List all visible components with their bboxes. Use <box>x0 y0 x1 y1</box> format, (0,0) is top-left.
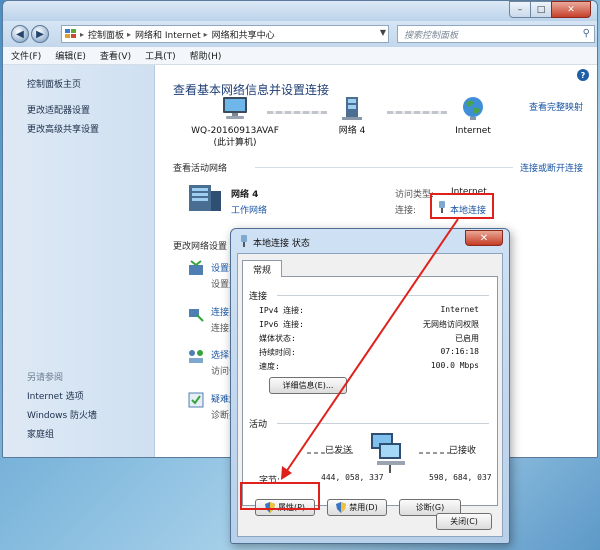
ipv6-value: 无网络访问权限 <box>423 320 479 329</box>
minimize-icon: – <box>517 4 523 15</box>
internet-node-label: Internet <box>455 126 491 136</box>
connector-line <box>387 111 447 114</box>
annotation-highlight-local-connection <box>430 193 494 219</box>
disable-button-label: 禁用(D) <box>349 503 378 512</box>
speed-label: 速度: <box>259 362 280 371</box>
maximize-button[interactable]: □ <box>530 1 552 18</box>
sidebar-item-advanced-sharing[interactable]: 更改高级共享设置 <box>27 122 99 135</box>
back-arrow-icon: ◀ <box>16 28 24 40</box>
disable-button[interactable]: 禁用(D) <box>327 499 387 516</box>
address-dropdown-icon[interactable]: ▼ <box>380 28 386 37</box>
menu-view[interactable]: 查看(V) <box>100 49 131 62</box>
breadcrumb-separator: ▸ <box>127 29 132 39</box>
computer-name: WQ-20160913AVAF <box>191 126 279 136</box>
connection-icon <box>241 235 247 247</box>
uac-shield-icon <box>336 502 347 513</box>
sidebar-item-control-panel-home[interactable]: 控制面板主页 <box>27 77 81 90</box>
network-node-label: 网络 4 <box>338 126 366 136</box>
sidebar-item-change-adapter-settings[interactable]: 更改适配器设置 <box>27 103 90 116</box>
back-button[interactable]: ◀ <box>11 25 29 43</box>
troubleshoot-icon <box>188 392 204 408</box>
search-placeholder: 搜索控制面板 <box>404 30 459 41</box>
forward-arrow-icon: ▶ <box>36 28 44 40</box>
bytes-sent-value: 444, 058, 337 <box>321 473 384 482</box>
dialog-close-icon[interactable]: ✕ <box>465 230 503 246</box>
maximize-icon: □ <box>536 4 546 15</box>
computer-node: WQ-20160913AVAF (此计算机) <box>189 95 281 149</box>
received-label: 已接收 <box>449 446 477 456</box>
access-type-label: 访问类型: <box>395 190 435 200</box>
computer-icon <box>223 97 247 119</box>
bytes-received-value: 598, 684, 037 <box>429 473 492 482</box>
search-icon[interactable]: ⚲ <box>583 28 590 39</box>
media-state-label: 媒体状态: <box>259 334 296 343</box>
connector-line <box>267 111 327 114</box>
activity-group-label: 活动 <box>249 417 271 430</box>
ipv6-label: IPv6 连接: <box>259 320 304 329</box>
ipv4-value: Internet <box>440 305 479 314</box>
duration-label: 持续时间: <box>259 348 296 357</box>
breadcrumb-separator: ▸ <box>203 29 208 39</box>
breadcrumb-control-panel[interactable]: 控制面板 <box>88 28 124 41</box>
network-node: 网络 4 <box>323 95 381 137</box>
window-titlebar[interactable]: – □ ✕ <box>3 1 597 21</box>
ipv4-label: IPv4 连接: <box>259 306 304 315</box>
details-button[interactable]: 详细信息(E)... <box>269 377 347 394</box>
address-bar[interactable]: ▸ 控制面板 ▸ 网络和 Internet ▸ 网络和共享中心 ▼ <box>61 25 389 43</box>
section-divider <box>255 167 513 168</box>
view-full-map-link[interactable]: 查看完整映射 <box>529 100 583 113</box>
menu-file[interactable]: 文件(F) <box>11 49 41 62</box>
active-networks-label: 查看活动网络 <box>173 164 228 174</box>
annotation-highlight-properties <box>240 482 320 510</box>
menu-tools[interactable]: 工具(T) <box>145 49 176 62</box>
change-settings-label: 更改网络设置 <box>173 242 228 252</box>
menu-edit[interactable]: 编辑(E) <box>55 49 86 62</box>
dialog-close-button[interactable]: 关闭(C) <box>436 513 492 530</box>
minimize-button[interactable]: – <box>509 1 531 18</box>
connections-label: 连接: <box>395 206 417 216</box>
duration-value: 07:16:18 <box>440 347 479 356</box>
sent-line <box>307 452 355 454</box>
dialog-title: 本地连接 状态 <box>253 239 310 249</box>
work-network-icon <box>189 185 221 211</box>
control-panel-icon <box>65 29 76 38</box>
general-tab-panel: 连接 IPv4 连接: Internet IPv6 连接: 无网络访问权限 媒体… <box>242 276 498 516</box>
network-type-link[interactable]: 工作网络 <box>231 203 267 216</box>
breadcrumb-network-sharing-center[interactable]: 网络和共享中心 <box>212 28 275 41</box>
homegroup-icon <box>189 350 203 363</box>
sent-label: 已发送 <box>325 446 353 456</box>
breadcrumb-network-internet[interactable]: 网络和 Internet <box>135 28 201 41</box>
menu-bar: 文件(F) 编辑(E) 查看(V) 工具(T) 帮助(H) <box>3 47 597 65</box>
group-divider <box>277 423 489 424</box>
media-state-value: 已启用 <box>455 334 479 343</box>
speed-value: 100.0 Mbps <box>430 361 479 370</box>
address-row: ◀ ▶ ▸ 控制面板 ▸ 网络和 Internet ▸ 网络和共享中心 ▼ ↻ … <box>3 21 597 47</box>
search-input[interactable]: 搜索控制面板 ⚲ <box>397 25 595 43</box>
forward-button[interactable]: ▶ <box>31 25 49 43</box>
see-also-heading: 另请参阅 <box>27 373 64 383</box>
connection-group-label: 连接 <box>249 289 271 302</box>
sidebar: 控制面板主页 更改适配器设置 更改高级共享设置 另请参阅 Internet 选项… <box>3 65 155 457</box>
menu-help[interactable]: 帮助(H) <box>190 49 222 62</box>
network-icon <box>342 97 362 120</box>
computer-subtitle: (此计算机) <box>213 138 257 148</box>
group-divider <box>277 295 489 296</box>
sidebar-item-homegroup[interactable]: 家庭组 <box>27 427 54 440</box>
activity-computers-icon <box>371 433 405 473</box>
sidebar-item-internet-options[interactable]: Internet 选项 <box>27 389 84 402</box>
breadcrumb-separator: ▸ <box>80 29 85 39</box>
close-button[interactable]: ✕ <box>551 1 591 18</box>
help-icon[interactable]: ? <box>577 69 589 81</box>
setup-connection-icon <box>189 260 203 275</box>
tab-general[interactable]: 常规 <box>242 260 282 277</box>
globe-icon <box>463 97 483 120</box>
connect-network-icon <box>189 309 204 322</box>
internet-node: Internet <box>447 95 499 137</box>
close-icon: ✕ <box>567 4 575 15</box>
connect-disconnect-link[interactable]: 连接或断开连接 <box>520 161 583 174</box>
sidebar-item-windows-firewall[interactable]: Windows 防火墙 <box>27 408 97 421</box>
active-network-name: 网络 4 <box>231 190 259 200</box>
